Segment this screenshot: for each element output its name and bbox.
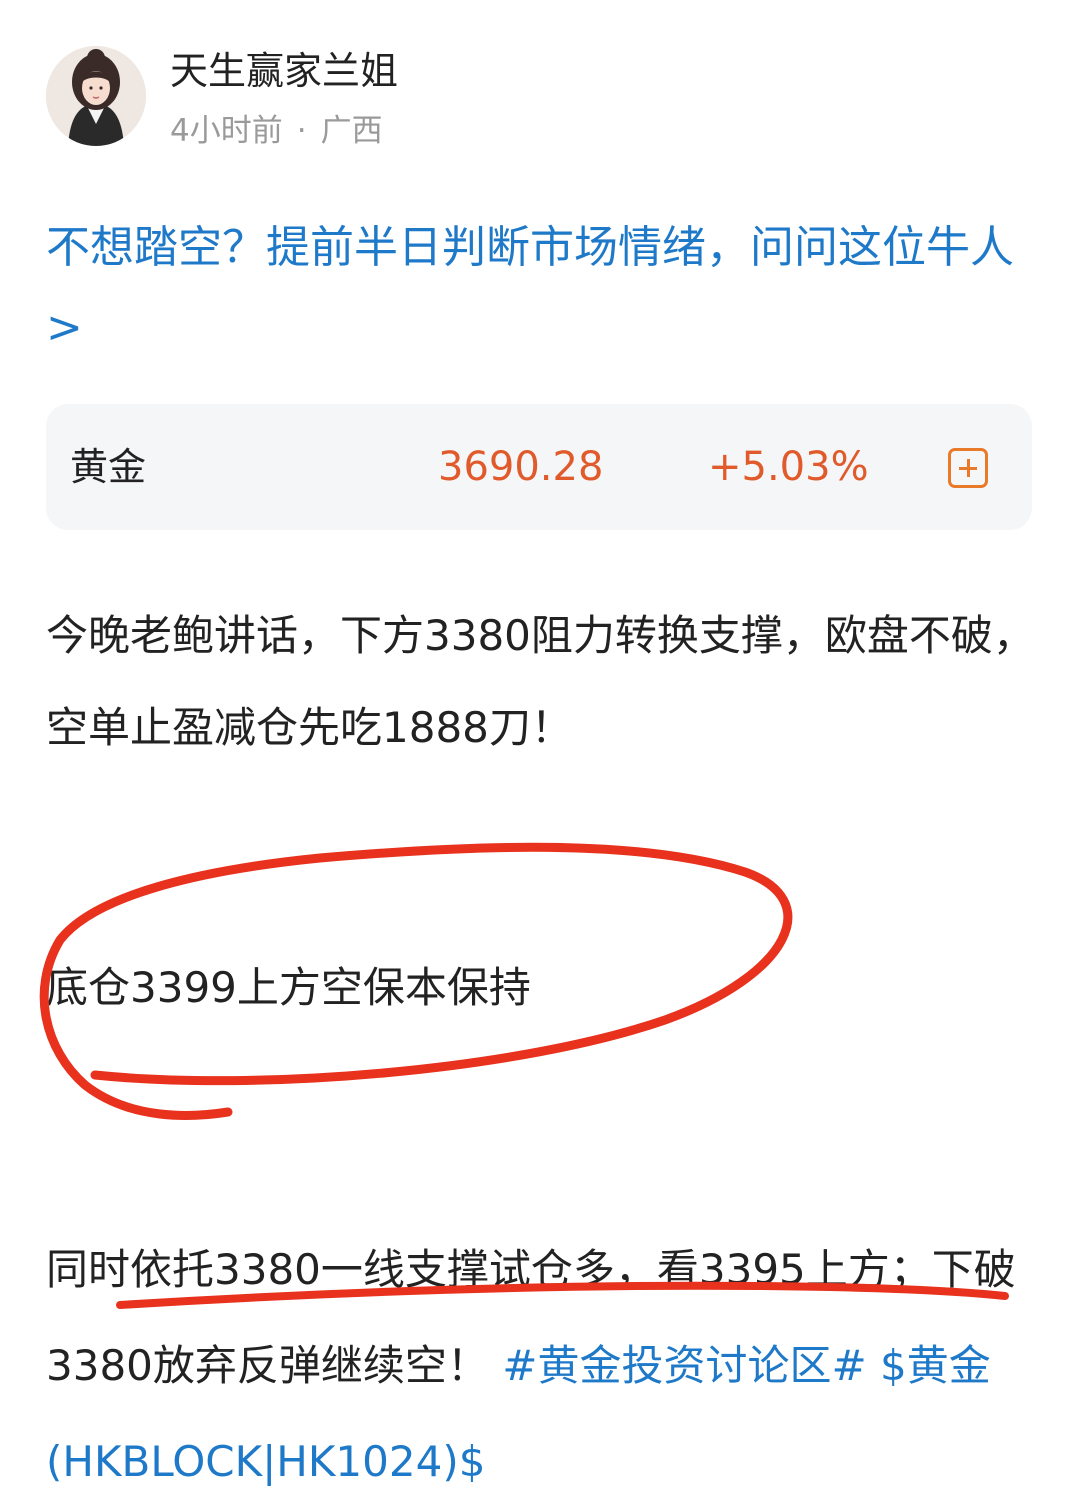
meta-separator: · bbox=[296, 113, 307, 149]
post-paragraph-2: 底仓3399上方空保本保持 bbox=[46, 963, 531, 1012]
hashtag-link[interactable]: #黄金投资讨论区# bbox=[502, 1341, 866, 1390]
stock-name: 黄金 bbox=[70, 445, 147, 489]
post-paragraph-3: 同时依托3380一线支撑试仓多，看3395上方；下破3380放弃反弹继续空！ #… bbox=[46, 1222, 1046, 1510]
author-avatar[interactable] bbox=[46, 46, 146, 146]
promo-link[interactable]: 不想踏空？提前半日判断市场情绪，问问这位牛人> bbox=[46, 208, 1046, 368]
stock-price: 3690.28 bbox=[438, 444, 604, 490]
post-location: 广西 bbox=[320, 113, 383, 149]
post-paragraph-1: 今晚老鲍讲话，下方3380阻力转换支撑，欧盘不破，空单止盈减仓先吃1888刀！ bbox=[46, 611, 1035, 752]
post-time: 4小时前 bbox=[170, 113, 283, 149]
post-meta: 4小时前 · 广西 bbox=[170, 110, 383, 152]
stock-card[interactable]: 黄金 3690.28 +5.03% bbox=[46, 404, 1032, 530]
plus-square-icon[interactable] bbox=[948, 448, 988, 488]
author-name[interactable]: 天生赢家兰姐 bbox=[170, 46, 398, 96]
stock-change: +5.03% bbox=[708, 444, 869, 490]
